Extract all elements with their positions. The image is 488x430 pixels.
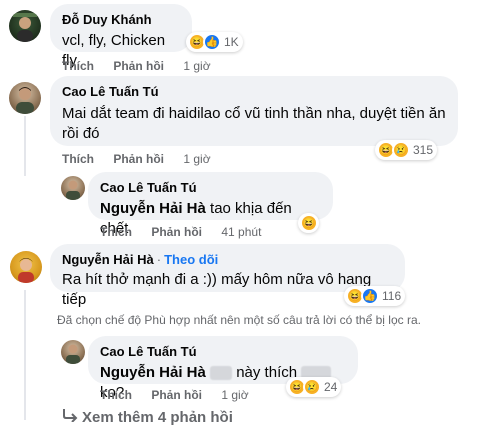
avatar[interactable] — [61, 340, 85, 364]
redacted-word — [210, 366, 233, 381]
comment-actions: Thích Phản hồi 41 phút — [100, 224, 261, 240]
haha-icon: 😆 — [300, 214, 318, 232]
separator-dot: · — [156, 252, 162, 267]
comment-actions: Thích Phản hồi 1 giờ — [62, 151, 211, 167]
reaction-count: 315 — [413, 143, 434, 157]
thread-line — [24, 116, 26, 176]
like-button[interactable]: Thích — [100, 225, 132, 239]
thread-line — [24, 290, 26, 420]
reply-button[interactable]: Phản hồi — [151, 225, 202, 239]
like-icon: 👍 — [361, 287, 379, 305]
comment-text: Mai dắt team đi haidilao cổ vũ tinh thần… — [62, 105, 446, 142]
comment-author[interactable]: Nguyễn Hải Hà — [62, 252, 154, 267]
comment-time[interactable]: 1 giờ — [183, 59, 210, 73]
reaction-summary[interactable]: 😆 👍 116 — [344, 286, 406, 306]
reply-button[interactable]: Phản hồi — [113, 152, 164, 166]
comment-bubble: Cao Lê Tuấn Tú Mai dắt team đi haidilao … — [50, 76, 458, 146]
comment-actions: Thích Phản hồi 1 giờ — [100, 387, 249, 403]
mention-link[interactable]: Nguyễn Hải Hà — [100, 364, 206, 381]
reply-button[interactable]: Phản hồi — [151, 388, 202, 402]
reply-text: này thích — [236, 364, 298, 381]
like-button[interactable]: Thích — [62, 59, 94, 73]
reaction-summary[interactable]: 😆 😢 24 — [286, 377, 342, 397]
reply-bubble: Nguyễn Hải Hà · Theo dõi Ra hít thở mạnh đ… — [50, 244, 405, 308]
reply-button[interactable]: Phản hồi — [113, 59, 164, 73]
mention-link[interactable]: Nguyễn Hải Hà — [100, 200, 206, 217]
comment-text: Ra hít thở mạnh đi a :)) mấy hôm nữa vô … — [62, 271, 372, 308]
see-more-replies[interactable]: Xem thêm 4 phản hồi — [62, 408, 233, 426]
reply-arrow-icon — [62, 408, 82, 426]
comment-time[interactable]: 1 giờ — [221, 388, 248, 402]
sad-icon: 😢 — [392, 141, 410, 159]
avatar[interactable] — [61, 176, 85, 200]
sad-icon: 😢 — [303, 378, 321, 396]
see-more-label: Xem thêm 4 phản hồi — [82, 408, 233, 426]
reaction-count: 24 — [324, 380, 338, 394]
follow-button[interactable]: Theo dõi — [164, 252, 218, 267]
comment-author[interactable]: Cao Lê Tuấn Tú — [62, 84, 159, 99]
avatar[interactable] — [9, 82, 41, 114]
comment-author[interactable]: Cao Lê Tuấn Tú — [100, 344, 197, 359]
avatar[interactable] — [10, 251, 42, 283]
reaction-summary[interactable]: 😆 😢 315 — [375, 140, 438, 160]
comment-author[interactable]: Cao Lê Tuấn Tú — [100, 180, 197, 195]
comment-bubble: Đỗ Duy Khánh vcl, fly, Chicken fly — [50, 4, 192, 69]
reaction-summary[interactable]: 😆 — [298, 213, 319, 233]
like-button[interactable]: Thích — [100, 388, 132, 402]
like-icon: 👍 — [203, 33, 221, 51]
reply-bubble: Cao Lê Tuấn Tú Nguyễn Hải Hà tao khịa đế… — [88, 172, 333, 237]
comment-author[interactable]: Đỗ Duy Khánh — [62, 12, 152, 27]
avatar[interactable] — [9, 10, 41, 42]
comment-actions: Thích Phản hồi 1 giờ — [62, 58, 211, 74]
reaction-count: 116 — [382, 289, 402, 303]
comment-time[interactable]: 41 phút — [221, 225, 261, 239]
filter-notice: Đã chọn chế độ Phù hợp nhất nên một số c… — [57, 313, 421, 327]
like-button[interactable]: Thích — [62, 152, 94, 166]
comment-time[interactable]: 1 giờ — [183, 152, 210, 166]
reaction-count: 1K — [224, 35, 239, 49]
reaction-summary[interactable]: 😆 👍 1K — [186, 32, 243, 52]
